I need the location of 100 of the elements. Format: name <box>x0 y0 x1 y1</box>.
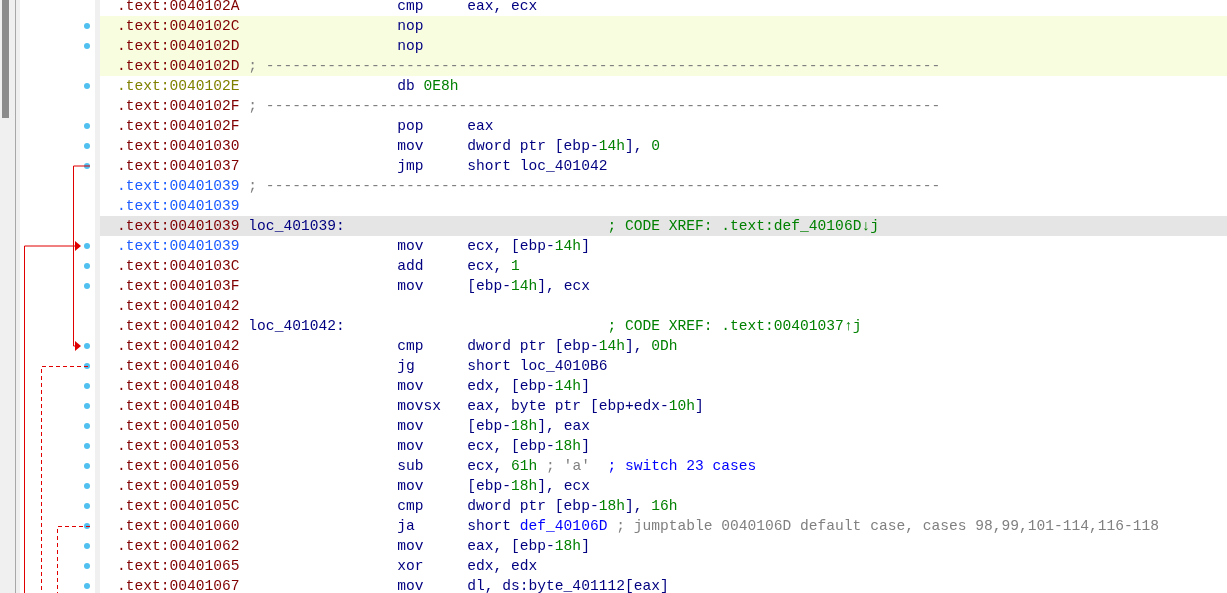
code-line[interactable]: .text:00401050 mov [ebp-18h], eax <box>100 416 1227 436</box>
code-line[interactable]: .text:00401056 sub ecx, 61h ; 'a' ; switch 23 cases <box>100 456 1227 476</box>
separator-comment: ; ----------------------------------------------------------------------------- <box>248 97 941 116</box>
mnemonic-text: mov <box>397 138 424 154</box>
separator-comment: ; ----------------------------------------------------------------------------- <box>248 57 941 76</box>
address-text: .text:00401065 <box>117 558 240 574</box>
address-text: .text:0040102F <box>117 98 240 114</box>
address-text: .text:0040102D <box>117 58 240 74</box>
comment-text: ; switch 23 cases <box>607 457 757 476</box>
code-line[interactable]: .text:0040105C cmp dword ptr [ebp-18h], 16h <box>100 496 1227 516</box>
operand-text: dword ptr [ebp-18h], 16h <box>467 497 678 516</box>
operand-text: edx, [ebp-14h] <box>467 377 590 396</box>
operand-text: edx, edx <box>467 557 538 576</box>
operand-text: eax, byte ptr [ebp+edx-10h] <box>467 397 704 416</box>
code-line[interactable]: .text:00401048 mov edx, [ebp-14h] <box>100 376 1227 396</box>
operand-text: dword ptr [ebp-14h], 0Dh <box>467 337 678 356</box>
address-text: .text:00401056 <box>117 458 240 474</box>
comment-text: ; CODE XREF: .text:def_40106D↓j <box>607 217 879 236</box>
mnemonic-text: jmp <box>397 158 424 174</box>
code-line[interactable]: .text:00401037 jmp short loc_401042 <box>100 156 1227 176</box>
address-text: .text:00401037 <box>117 158 240 174</box>
operand-text: [ebp-18h], eax <box>467 417 590 436</box>
address-text: .text:00401039 <box>117 178 240 194</box>
mnemonic-text: ja <box>397 518 415 534</box>
mnemonic-text: mov <box>397 478 424 494</box>
mnemonic-text: pop <box>397 118 424 134</box>
mnemonic-text: cmp <box>397 498 424 514</box>
code-line[interactable]: .text:0040102E db 0E8h <box>100 76 1227 96</box>
address-text: .text:00401042 <box>117 297 240 316</box>
operand-text: 0E8h <box>423 77 459 96</box>
code-line[interactable]: .text:00401062 mov eax, [ebp-18h] <box>100 536 1227 556</box>
operand-text: ecx, 61h ; 'a' <box>467 457 590 476</box>
code-line[interactable]: .text:00401039 <box>100 196 1227 216</box>
code-line[interactable]: .text:0040102A cmp eax, ecx <box>100 0 1227 16</box>
address-text: .text:0040102C <box>117 18 240 34</box>
mnemonic-text: movsx <box>397 398 442 414</box>
operand-text: ecx, 1 <box>467 257 520 276</box>
address-text: .text:00401053 <box>117 438 240 454</box>
operand-text: ecx, [ebp-18h] <box>467 437 590 456</box>
code-line[interactable]: .text:00401042 loc_401042: ; CODE XREF: .text:00401037↑j <box>100 316 1227 336</box>
code-line[interactable]: .text:0040103F mov [ebp-14h], ecx <box>100 276 1227 296</box>
mnemonic-text: mov <box>397 438 424 454</box>
operand-text: [ebp-14h], ecx <box>467 277 590 296</box>
code-line[interactable]: .text:00401042 <box>100 296 1227 316</box>
address-text: .text:00401039 <box>117 197 240 216</box>
mnemonic-text: db <box>397 77 415 96</box>
code-line[interactable]: .text:00401060 ja short def_40106D ; jumptable 0040106D default case, cases 98,99,101-114,116-118 <box>100 516 1227 536</box>
operand-text: [ebp-18h], ecx <box>467 477 590 496</box>
mnemonic-text: cmp <box>397 338 424 354</box>
code-line[interactable]: .text:00401046 jg short loc_4010B6 <box>100 356 1227 376</box>
operand-text: dword ptr [ebp-14h], 0 <box>467 137 660 156</box>
address-text: .text:0040102A <box>117 0 240 14</box>
address-text: .text:00401060 <box>117 518 240 534</box>
code-line[interactable]: .text:00401067 mov dl, ds:byte_401112[eax] <box>100 576 1227 593</box>
address-text: .text:0040103C <box>117 258 240 274</box>
mnemonic-text: sub <box>397 458 424 474</box>
address-text: .text:0040104B <box>117 398 240 414</box>
mnemonic-text: add <box>397 258 424 274</box>
code-line[interactable]: .text:00401053 mov ecx, [ebp-18h] <box>100 436 1227 456</box>
mnemonic-text: nop <box>397 18 424 34</box>
label-text: loc_401042: <box>248 318 345 334</box>
address-text: .text:00401062 <box>117 538 240 554</box>
mnemonic-text: nop <box>397 38 424 54</box>
mnemonic-text: jg <box>397 358 415 374</box>
mnemonic-text: mov <box>397 238 424 254</box>
operand-text: short loc_401042 <box>467 157 608 176</box>
operand-text: ecx, [ebp-14h] <box>467 237 590 256</box>
mnemonic-text: mov <box>397 538 424 554</box>
code-line[interactable]: .text:00401059 mov [ebp-18h], ecx <box>100 476 1227 496</box>
address-text: .text:0040105C <box>117 498 240 514</box>
code-line[interactable]: .text:0040103C add ecx, 1 <box>100 256 1227 276</box>
code-line[interactable]: .text:0040102F pop eax <box>100 116 1227 136</box>
address-text: .text:00401046 <box>117 358 240 374</box>
mnemonic-text: mov <box>397 418 424 434</box>
code-line[interactable]: .text:00401042 cmp dword ptr [ebp-14h], 0Dh <box>100 336 1227 356</box>
address-text: .text:00401059 <box>117 478 240 494</box>
comment-text: ; CODE XREF: .text:00401037↑j <box>607 317 862 336</box>
mnemonic-text: cmp <box>397 0 424 14</box>
address-text: .text:00401048 <box>117 378 240 394</box>
address-text: .text:00401042 <box>117 338 240 354</box>
address-text: .text:00401030 <box>117 138 240 154</box>
mnemonic-text: mov <box>397 378 424 394</box>
operand-text: short loc_4010B6 <box>467 357 608 376</box>
operand-text: dl, ds:byte_401112[eax] <box>467 577 669 593</box>
label-text: loc_401039: <box>248 218 345 234</box>
code-line[interactable]: .text:0040102F ; ----------------------------------------------------------------------------- <box>100 96 1227 116</box>
code-line[interactable]: .text:00401039 mov ecx, [ebp-14h] <box>100 236 1227 256</box>
address-text: .text:00401067 <box>117 578 240 593</box>
code-line[interactable]: .text:0040104B movsx eax, byte ptr [ebp+edx-10h] <box>100 396 1227 416</box>
address-text: .text:0040103F <box>117 278 240 294</box>
address-text: .text:00401039 <box>117 218 240 234</box>
operand-text: eax <box>467 117 494 136</box>
scrollbar-thumb[interactable] <box>2 0 9 118</box>
code-line[interactable]: .text:00401039 ; ----------------------------------------------------------------------------- <box>100 176 1227 196</box>
comment-text: ; jumptable 0040106D default case, cases 98,99,101-114,116-118 <box>616 517 1160 536</box>
code-line[interactable]: .text:00401065 xor edx, edx <box>100 556 1227 576</box>
code-line[interactable]: .text:00401030 mov dword ptr [ebp-14h], 0 <box>100 136 1227 156</box>
scrollbar[interactable] <box>0 0 15 593</box>
operand-text: short def_40106D <box>467 517 608 536</box>
mnemonic-text: mov <box>397 578 424 593</box>
